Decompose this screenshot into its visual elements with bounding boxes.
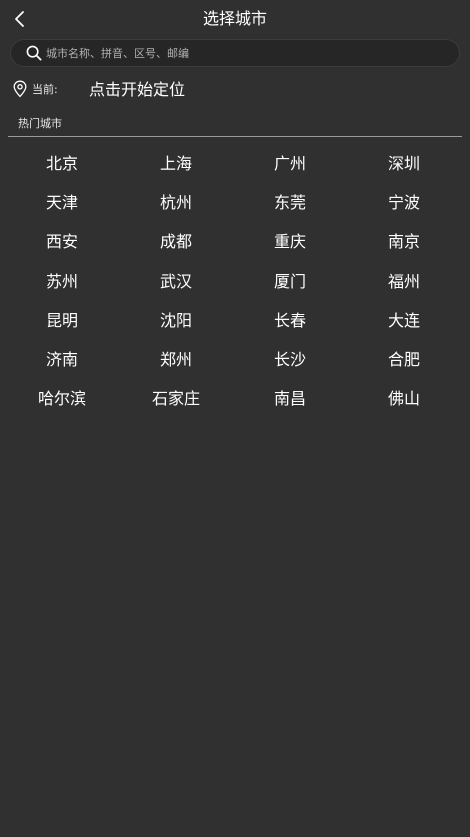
header-bar: 选择城市 — [0, 0, 470, 38]
city-item[interactable]: 厦门 — [233, 260, 347, 299]
search-bar[interactable] — [10, 39, 460, 67]
start-locate-button[interactable]: 点击开始定位 — [89, 80, 185, 100]
city-item[interactable]: 昆明 — [5, 299, 119, 338]
city-item[interactable]: 广州 — [233, 142, 347, 181]
city-item[interactable]: 南京 — [347, 221, 461, 260]
hot-cities-title: 热门城市 — [18, 117, 62, 130]
city-item[interactable]: 天津 — [5, 181, 119, 220]
city-item[interactable]: 长春 — [233, 299, 347, 338]
city-item[interactable]: 福州 — [347, 260, 461, 299]
city-item[interactable]: 济南 — [5, 338, 119, 377]
search-icon — [26, 45, 42, 61]
city-item[interactable]: 成都 — [119, 221, 233, 260]
city-item[interactable]: 哈尔滨 — [5, 378, 119, 417]
city-item[interactable]: 宁波 — [347, 181, 461, 220]
search-input[interactable] — [46, 41, 460, 65]
city-item[interactable]: 合肥 — [347, 338, 461, 377]
page-title: 选择城市 — [202, 9, 267, 28]
city-item[interactable]: 武汉 — [119, 260, 233, 299]
city-item[interactable]: 郑州 — [119, 338, 233, 377]
city-item[interactable]: 佛山 — [347, 378, 461, 417]
current-location-row: 当前: 点击开始定位 — [12, 80, 452, 102]
city-item[interactable]: 上海 — [119, 142, 233, 181]
city-item[interactable]: 重庆 — [233, 221, 347, 260]
city-item[interactable]: 南昌 — [233, 378, 347, 417]
city-item[interactable]: 沈阳 — [119, 299, 233, 338]
city-item[interactable]: 西安 — [5, 221, 119, 260]
city-item[interactable]: 石家庄 — [119, 378, 233, 417]
city-item[interactable]: 杭州 — [119, 181, 233, 220]
city-item[interactable]: 北京 — [5, 142, 119, 181]
current-location-label: 当前: — [32, 83, 58, 96]
location-pin-icon — [12, 80, 28, 98]
city-item[interactable]: 东莞 — [233, 181, 347, 220]
section-divider — [8, 136, 462, 137]
city-item[interactable]: 苏州 — [5, 260, 119, 299]
hot-cities-grid: 北京 上海 广州 深圳 天津 杭州 东莞 宁波 西安 成都 重庆 南京 苏州 武… — [5, 142, 461, 417]
city-item[interactable]: 长沙 — [233, 338, 347, 377]
city-item[interactable]: 大连 — [347, 299, 461, 338]
city-item[interactable]: 深圳 — [347, 142, 461, 181]
